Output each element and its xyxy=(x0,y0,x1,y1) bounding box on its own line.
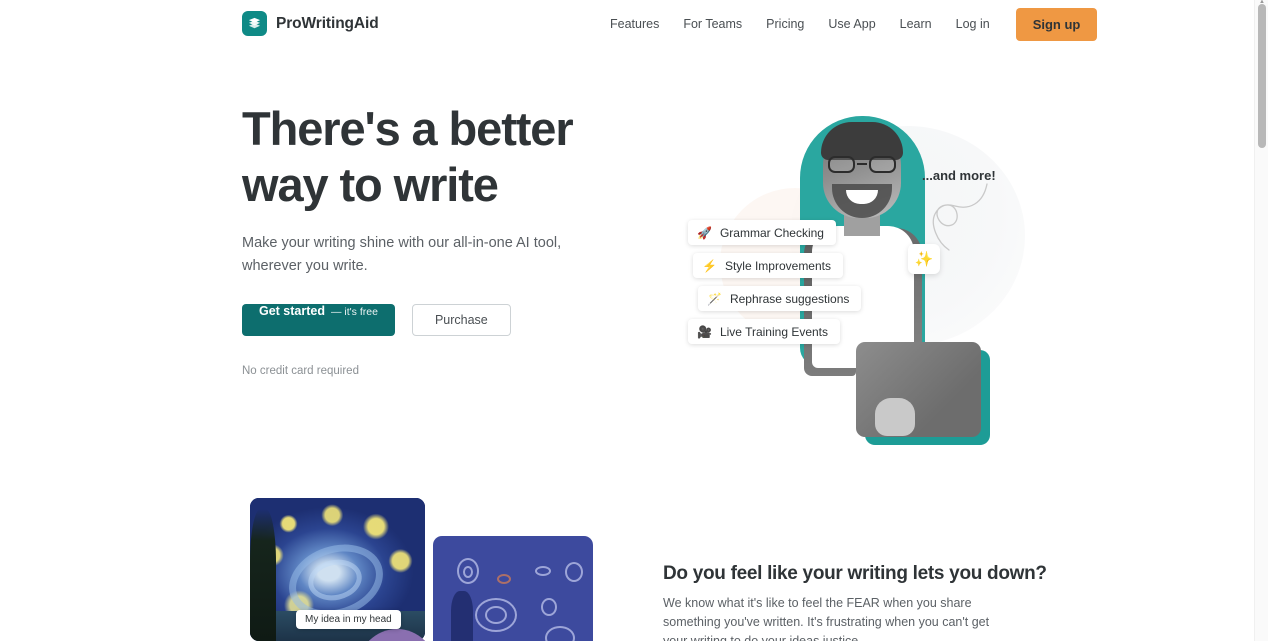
site-header: ProWritingAid Features For Teams Pricing… xyxy=(0,0,1254,48)
page-scrollbar[interactable]: ▲ xyxy=(1254,0,1268,641)
nav-log-in[interactable]: Log in xyxy=(944,11,1002,37)
magic-wand-icon: 🪄 xyxy=(707,291,722,306)
doodle-cypress xyxy=(451,591,473,641)
get-started-button[interactable]: Get started — it's free xyxy=(242,304,395,336)
doodle-mark xyxy=(545,626,575,641)
feature-chip-live-training-events[interactable]: 🎥 Live Training Events xyxy=(688,319,841,344)
rocket-icon: 🚀 xyxy=(697,225,712,240)
nav-features[interactable]: Features xyxy=(598,11,671,37)
eyeglasses-icon xyxy=(826,156,898,173)
hero-title-line-1: There's a better xyxy=(242,102,574,155)
get-started-suffix: — it's free xyxy=(331,306,378,318)
painting-cypress-tree xyxy=(250,509,276,641)
sparkles-icon: ✨ xyxy=(908,244,940,274)
simplified-painting-card xyxy=(433,536,593,641)
feature-chip-style-improvements[interactable]: ⚡ Style Improvements xyxy=(693,253,843,278)
doodle-mark xyxy=(541,598,557,616)
feature-chip-grammar-checking[interactable]: 🚀 Grammar Checking xyxy=(688,220,836,245)
chip-label: Live Training Events xyxy=(719,324,829,339)
main-navigation: Features For Teams Pricing Use App Learn… xyxy=(598,0,1098,48)
sign-up-button[interactable]: Sign up xyxy=(1015,7,1098,41)
chip-label: Style Improvements xyxy=(724,258,831,273)
nav-learn[interactable]: Learn xyxy=(888,11,944,37)
video-camera-icon: 🎥 xyxy=(697,324,712,339)
and-more-annotation: ...and more! xyxy=(922,168,996,183)
chip-label: Rephrase suggestions xyxy=(729,291,850,306)
chip-label: Grammar Checking xyxy=(719,225,824,240)
brand-logo-link[interactable]: ProWritingAid xyxy=(242,11,379,36)
glasses-bridge xyxy=(857,163,867,165)
scrollbar-thumb[interactable] xyxy=(1258,4,1266,148)
nav-use-app[interactable]: Use App xyxy=(816,11,887,37)
feature-chip-rephrase-suggestions[interactable]: 🪄 Rephrase suggestions xyxy=(698,286,862,311)
purchase-button[interactable]: Purchase xyxy=(411,304,511,336)
doodle-mark xyxy=(463,566,473,578)
brand-name: ProWritingAid xyxy=(276,14,379,32)
doodle-mark xyxy=(485,606,507,624)
doodle-mark xyxy=(497,574,511,584)
glasses-lens-right xyxy=(869,156,896,173)
book-stack-icon xyxy=(242,11,267,36)
person-hand xyxy=(875,398,915,436)
hero-subtitle: Make your writing shine with our all-in-… xyxy=(242,235,562,274)
glasses-lens-left xyxy=(828,156,855,173)
doodle-mark xyxy=(565,562,583,582)
feature-chip-list: 🚀 Grammar Checking ⚡ Style Improvements … xyxy=(688,220,862,344)
doodle-mark xyxy=(535,566,551,576)
hero-title-line-2: way to write xyxy=(242,158,499,211)
hero-cta-group: Get started — it's free Purchase xyxy=(242,304,511,336)
nav-pricing[interactable]: Pricing xyxy=(754,11,816,37)
no-credit-card-note: No credit card required xyxy=(242,365,359,377)
hero-illustration: ✨ ...and more! 🚀 Grammar Checking ⚡ Styl… xyxy=(660,98,1025,445)
section-body-text: We know what it's like to feel the FEAR … xyxy=(663,596,990,641)
person-hair xyxy=(821,122,903,160)
page-title: There's a better way to write xyxy=(242,101,642,213)
lightning-bolt-icon: ⚡ xyxy=(702,258,717,273)
nav-for-teams[interactable]: For Teams xyxy=(671,11,754,37)
section-heading: Do you feel like your writing lets you d… xyxy=(663,563,1047,584)
artwork-caption: My idea in my head xyxy=(296,610,401,629)
page-root: ProWritingAid Features For Teams Pricing… xyxy=(0,0,1268,641)
get-started-label: Get started xyxy=(259,304,325,318)
